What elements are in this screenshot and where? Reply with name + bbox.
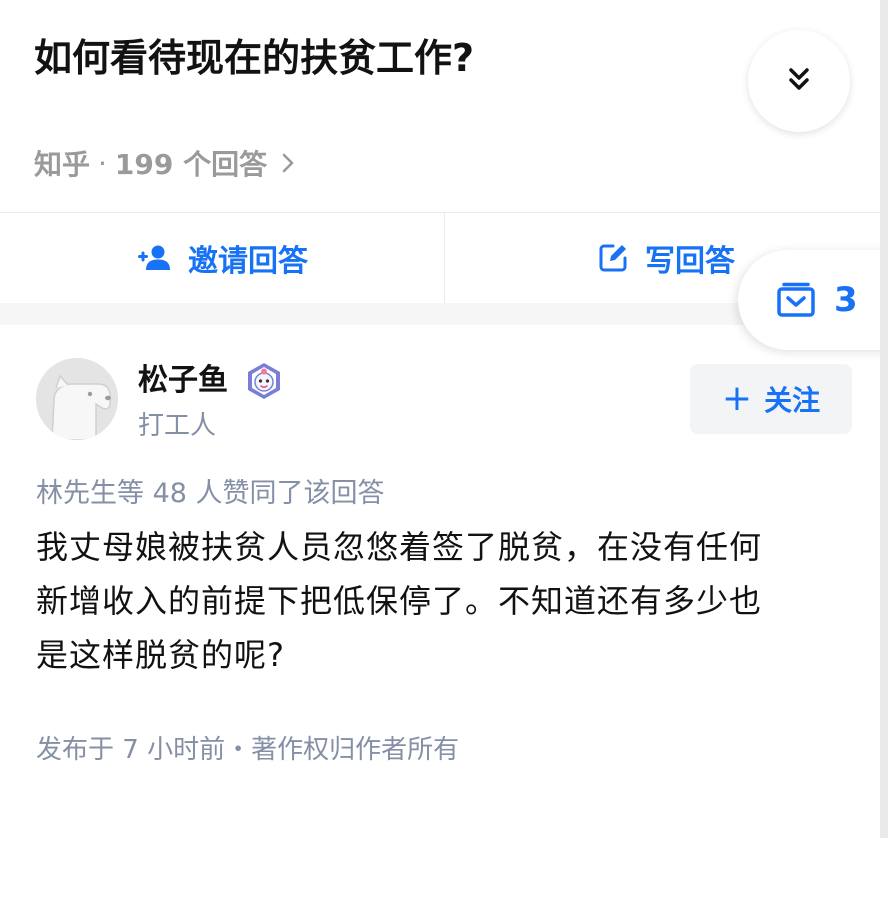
collapse-button[interactable] bbox=[748, 30, 850, 132]
answer-page: 如何看待现在的扶贫工作? 知乎 · 199 个回答 邀请回答 写回答 3 松子鱼… bbox=[0, 0, 888, 900]
invite-answer-label: 邀请回答 bbox=[188, 244, 308, 279]
answer-content[interactable]: 我丈母娘被扶贫人员忽悠着签了脱贫，在没有任何 新增收入的前提下把低保停了。不知道… bbox=[36, 520, 846, 682]
answer-line: 是这样脱贫的呢? bbox=[36, 636, 285, 674]
invite-answer-button[interactable]: 邀请回答 bbox=[0, 213, 444, 303]
author-name-row[interactable]: 松子鱼 bbox=[138, 360, 284, 402]
avatar[interactable] bbox=[36, 358, 118, 440]
creator-badge-icon[interactable] bbox=[244, 361, 284, 401]
follow-label: 关注 bbox=[764, 384, 821, 417]
action-divider bbox=[444, 213, 445, 303]
edit-icon bbox=[597, 242, 629, 274]
question-title[interactable]: 如何看待现在的扶贫工作? bbox=[34, 30, 714, 86]
favorites-count: 3 bbox=[834, 280, 858, 320]
double-chevron-down-icon bbox=[785, 65, 813, 97]
answer-line: 我丈母娘被扶贫人员忽悠着签了脱贫，在没有任何 bbox=[36, 528, 763, 566]
author-name: 松子鱼 bbox=[138, 363, 228, 398]
chevron-right-icon bbox=[281, 152, 295, 174]
question-meta-link[interactable]: 知乎 · 199 个回答 bbox=[34, 140, 295, 186]
voters-summary[interactable]: 林先生等 48 人赞同了该回答 bbox=[36, 474, 385, 514]
answer-count: 199 个回答 bbox=[114, 148, 268, 181]
follow-button[interactable]: + 关注 bbox=[690, 364, 852, 434]
author-headline: 打工人 bbox=[138, 411, 217, 441]
answer-line: 新增收入的前提下把低保停了。不知道还有多少也 bbox=[36, 582, 763, 620]
meta-separator: · bbox=[98, 146, 107, 180]
favorites-button[interactable]: 3 bbox=[738, 250, 888, 350]
collection-box-icon bbox=[776, 282, 816, 318]
plus-icon: + bbox=[721, 378, 753, 419]
scroll-edge bbox=[880, 0, 888, 838]
publish-info: 发布于 7 小时前・著作权归作者所有 bbox=[36, 735, 460, 765]
write-answer-label: 写回答 bbox=[645, 244, 735, 279]
add-person-icon bbox=[136, 243, 172, 273]
source-label: 知乎 bbox=[34, 148, 91, 181]
